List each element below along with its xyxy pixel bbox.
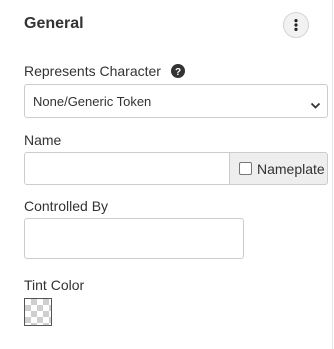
name-input[interactable]	[24, 152, 230, 185]
represents-character-select[interactable]: None/Generic Token	[24, 84, 328, 118]
represents-character-label: Represents Character	[24, 63, 161, 79]
represents-character-selected-value: None/Generic Token	[33, 94, 152, 109]
chevron-down-icon	[310, 97, 321, 115]
more-options-button[interactable]	[283, 12, 309, 38]
question-circle-icon[interactable]: ?	[170, 63, 185, 78]
vertical-ellipsis-icon	[294, 19, 298, 31]
represents-character-label-row: Represents Character ?	[24, 63, 185, 79]
tint-color-swatch[interactable]	[24, 298, 52, 326]
nameplate-toggle[interactable]: Nameplate	[229, 152, 328, 185]
name-label: Name	[24, 132, 62, 148]
tint-color-label: Tint Color	[24, 277, 85, 293]
section-title: General	[24, 15, 84, 32]
nameplate-checkbox[interactable]	[239, 162, 252, 175]
controlled-by-label: Controlled By	[24, 198, 109, 214]
svg-text:?: ?	[175, 67, 181, 78]
controlled-by-input[interactable]	[24, 218, 244, 259]
nameplate-label: Nameplate	[257, 160, 325, 177]
general-panel: General Represents Character ? None/Gene…	[0, 0, 333, 349]
